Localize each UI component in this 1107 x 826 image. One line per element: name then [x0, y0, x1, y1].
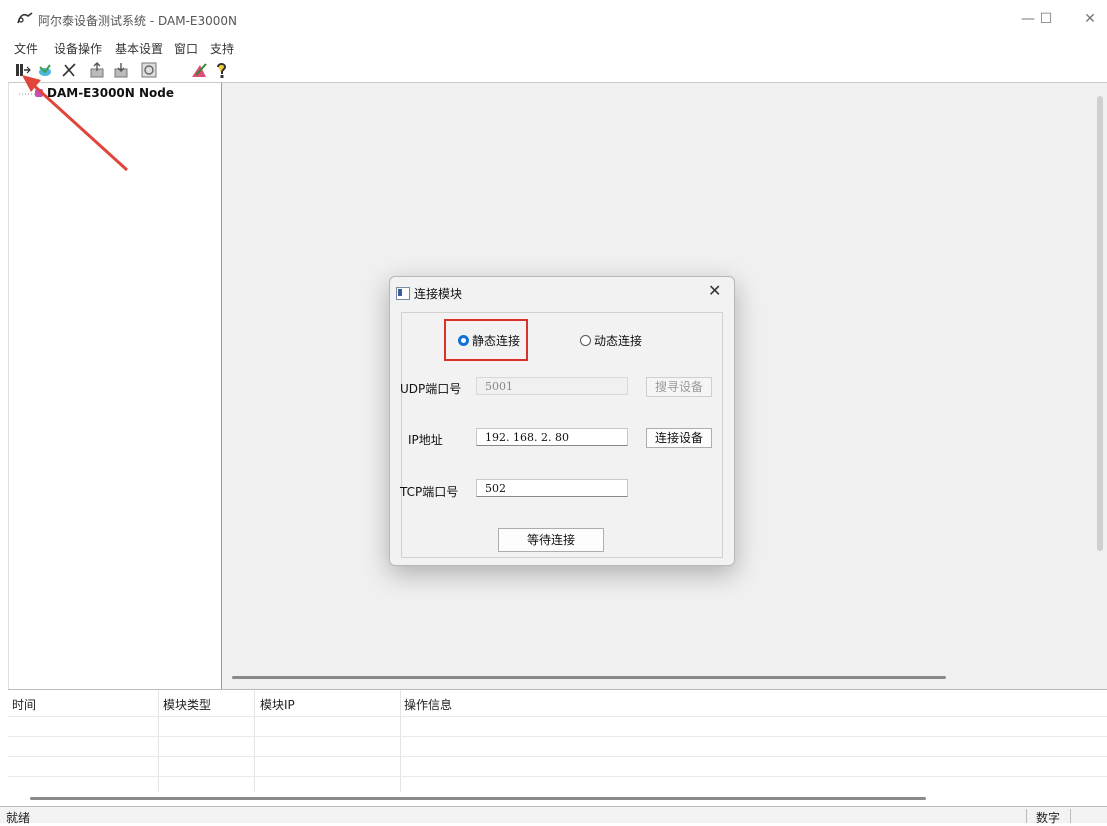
- menu-support[interactable]: 支持: [210, 40, 234, 57]
- col-module-type[interactable]: 模块类型: [163, 696, 211, 713]
- annotation-arrow: [22, 75, 129, 172]
- row-divider: [8, 776, 1107, 777]
- menu-bar: 文件 设备操作 基本设置 窗口 支持: [0, 38, 1107, 58]
- col-module-ip[interactable]: 模块IP: [260, 696, 295, 713]
- message-log: 时间 模块类型 模块IP 操作信息: [8, 689, 1107, 806]
- row-divider: [8, 736, 1107, 737]
- status-ready: 就绪: [6, 811, 31, 825]
- ip-address-label: IP地址: [408, 433, 443, 447]
- help-icon[interactable]: [212, 61, 230, 79]
- udp-port-label: UDP端口号: [400, 382, 462, 396]
- tool-icon[interactable]: [190, 61, 208, 79]
- close-window-button[interactable]: ✕: [1070, 8, 1107, 30]
- radio-static-label[interactable]: 静态连接: [472, 332, 520, 349]
- log-horizontal-scrollbar[interactable]: [30, 797, 926, 800]
- radio-static[interactable]: [458, 335, 469, 346]
- title-bar: 阿尔泰设备测试系统 - DAM-E3000N — ☐ ✕: [0, 0, 1107, 38]
- dialog-close-button[interactable]: ✕: [708, 281, 721, 300]
- row-divider: [8, 716, 1107, 717]
- udp-port-field[interactable]: 5001: [476, 377, 628, 395]
- tcp-port-field[interactable]: 502: [476, 479, 628, 497]
- wait-connect-button[interactable]: 等待连接: [498, 528, 604, 552]
- maximize-button[interactable]: ☐: [1026, 8, 1066, 30]
- status-divider: [1070, 809, 1071, 823]
- dialog-icon: [396, 287, 410, 300]
- connect-device-button[interactable]: 连接设备: [646, 428, 712, 448]
- horizontal-scrollbar[interactable]: [232, 676, 946, 679]
- status-divider: [1026, 809, 1027, 823]
- col-operation-info[interactable]: 操作信息: [404, 696, 452, 713]
- row-divider: [8, 756, 1107, 757]
- vertical-scrollbar[interactable]: [1097, 96, 1103, 551]
- radio-dynamic[interactable]: [580, 335, 591, 346]
- status-num: 数字: [1036, 811, 1061, 825]
- dialog-title: 连接模块: [414, 287, 463, 301]
- tcp-port-label: TCP端口号: [400, 485, 459, 499]
- radio-dynamic-label[interactable]: 动态连接: [594, 332, 642, 349]
- menu-window[interactable]: 窗口: [174, 40, 198, 57]
- search-device-button[interactable]: 搜寻设备: [646, 377, 712, 397]
- status-bar: 就绪 数字: [0, 806, 1107, 825]
- ip-address-field[interactable]: 192. 168. 2. 80: [476, 428, 628, 446]
- monitor-icon[interactable]: [140, 61, 158, 79]
- connect-module-dialog: 连接模块 ✕ 静态连接 动态连接 UDP端口号 5001 搜寻设备 IP地址 1…: [389, 276, 735, 566]
- col-time[interactable]: 时间: [12, 696, 36, 713]
